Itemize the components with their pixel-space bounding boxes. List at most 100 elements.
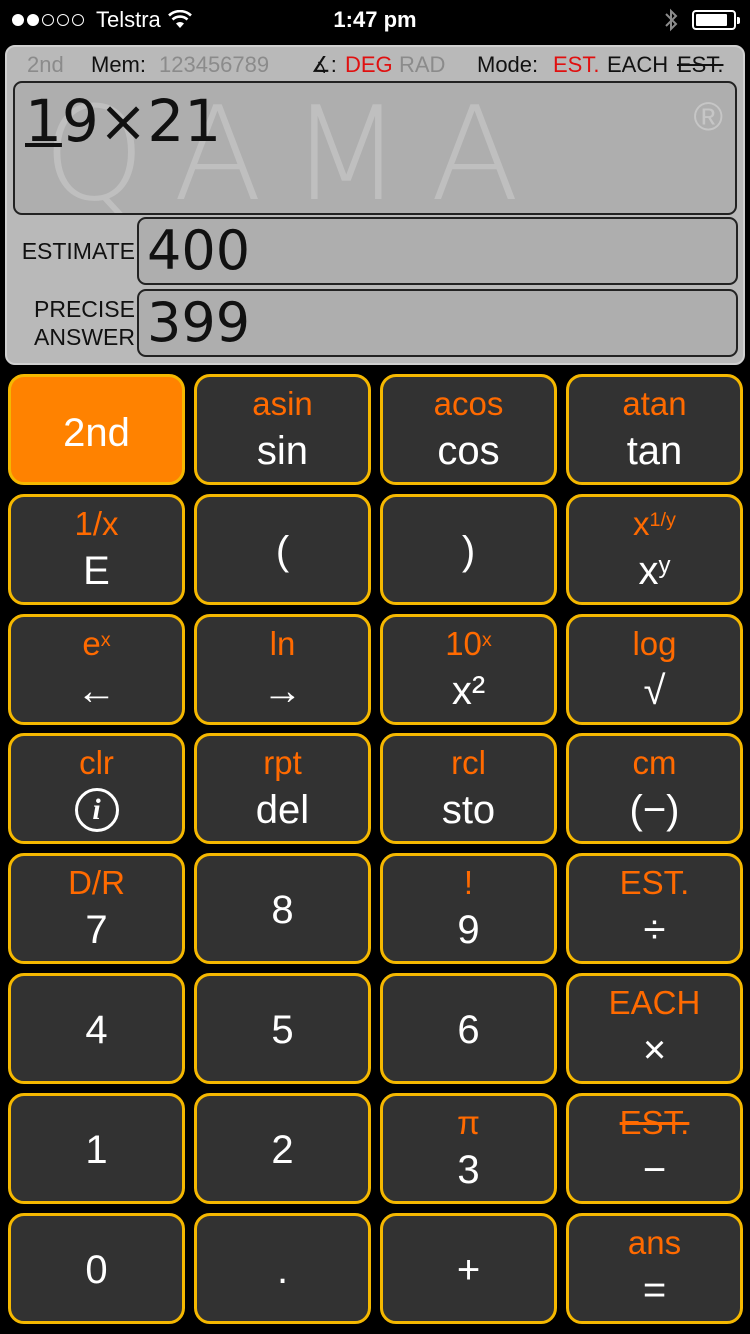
info-key[interactable]: clr i	[8, 733, 185, 844]
sqrt-icon: √	[643, 669, 666, 713]
key-label: +	[456, 1248, 481, 1292]
key-primary-label: del	[255, 788, 310, 832]
key-label: 2nd	[63, 411, 130, 455]
estimate-field[interactable]: 400	[137, 217, 738, 285]
key-label: 0	[85, 1248, 108, 1292]
one-key[interactable]: 1	[8, 1093, 185, 1204]
precise-label: PRECISE ANSWER	[13, 295, 135, 351]
five-key[interactable]: 5	[194, 973, 371, 1084]
key-secondary-label: ans	[627, 1224, 682, 1261]
status-bar: Telstra 1:47 pm	[0, 0, 750, 40]
precise-answer-field[interactable]: 399	[137, 289, 738, 357]
six-key[interactable]: 6	[380, 973, 557, 1084]
key-secondary-label: ex	[11, 627, 182, 660]
negate-key[interactable]: cm (−)	[566, 733, 743, 844]
left-paren-key[interactable]: (	[194, 494, 371, 605]
status-right	[664, 8, 740, 32]
key-primary-label: 7	[85, 908, 108, 952]
key-primary-label: 3	[457, 1148, 480, 1192]
power-base: x	[638, 549, 659, 593]
cursor-left-key[interactable]: ex ←	[8, 614, 185, 725]
sqrt-key[interactable]: log √	[566, 614, 743, 725]
info-icon: i	[74, 788, 119, 832]
mode-label: Mode:	[477, 52, 539, 77]
mode-est[interactable]: EST.	[553, 52, 599, 78]
minus-key[interactable]: EST. −	[566, 1093, 743, 1204]
multiply-key[interactable]: EACH ×	[566, 973, 743, 1084]
decimal-point-key[interactable]: .	[194, 1213, 371, 1324]
key-label: 2	[271, 1128, 294, 1172]
precise-label-line1: PRECISE	[34, 296, 135, 322]
key-primary-label: x²	[451, 669, 486, 713]
plus-key[interactable]: +	[380, 1213, 557, 1324]
mode-est-struck[interactable]: EST.	[677, 52, 723, 78]
exp-base: e	[82, 625, 101, 662]
square-key[interactable]: 10x x²	[380, 614, 557, 725]
key-secondary-label: !	[463, 864, 474, 901]
key-secondary-label: D/R	[68, 864, 125, 901]
key-secondary-label: 1/x	[74, 505, 119, 542]
angle-label: ∡:	[311, 52, 337, 77]
key-primary-label: i	[11, 786, 182, 832]
four-key[interactable]: 4	[8, 973, 185, 1084]
mode-each[interactable]: EACH	[607, 52, 668, 78]
left-arrow-icon: ←	[76, 669, 117, 713]
key-label: .	[276, 1248, 289, 1292]
cursor-right-key[interactable]: ln →	[194, 614, 371, 725]
precise-answer-value: 399	[147, 291, 251, 354]
ten-exponent: x	[481, 629, 492, 652]
key-secondary-label: ln	[269, 625, 296, 662]
info-bar: 2nd Mem: 123456789 ∡: DEG RAD Mode: EST.…	[7, 49, 747, 79]
key-label: (	[275, 529, 290, 573]
right-paren-key[interactable]: )	[380, 494, 557, 605]
battery-level	[696, 14, 727, 26]
key-secondary-label: rcl	[451, 744, 486, 781]
key-label: 4	[85, 1008, 108, 1052]
expression-rest: 9×21	[61, 87, 222, 155]
estimate-value: 400	[147, 219, 251, 282]
key-secondary-label: rpt	[263, 744, 302, 781]
registered-mark: ®	[693, 95, 723, 139]
second-indicator: 2nd	[27, 52, 64, 77]
key-primary-label: −	[642, 1148, 667, 1192]
exponent-e-key[interactable]: 1/x E	[8, 494, 185, 605]
key-primary-label: (−)	[629, 788, 680, 832]
display-panel: 2nd Mem: 123456789 ∡: DEG RAD Mode: EST.…	[5, 45, 745, 365]
power-key[interactable]: x1/y xy	[566, 494, 743, 605]
key-primary-label: sto	[441, 788, 496, 832]
key-primary-label: ÷	[643, 908, 666, 952]
battery-icon	[692, 10, 740, 30]
equals-key[interactable]: ans =	[566, 1213, 743, 1324]
key-primary-label: E	[83, 549, 110, 593]
angle-rad[interactable]: RAD	[399, 52, 445, 78]
key-label: 5	[271, 1008, 294, 1052]
key-primary-label: tan	[626, 429, 683, 473]
two-key[interactable]: 2	[194, 1093, 371, 1204]
key-label: )	[461, 529, 476, 573]
key-primary-label: sin	[256, 429, 309, 473]
ten-base: 10	[445, 625, 482, 662]
root-exponent: 1/y	[649, 509, 676, 532]
key-secondary-label: x1/y	[569, 507, 740, 540]
divide-key[interactable]: EST. ÷	[566, 853, 743, 964]
expression-display[interactable]: QAMA ® 19×21	[13, 81, 737, 215]
angle-deg[interactable]: DEG	[345, 52, 393, 78]
sin-key[interactable]: asin sin	[194, 374, 371, 485]
key-primary-label: 9	[457, 908, 480, 952]
expression-text: 19×21	[25, 87, 221, 155]
store-key[interactable]: rcl sto	[380, 733, 557, 844]
second-function-key[interactable]: 2nd	[8, 374, 185, 485]
cos-key[interactable]: acos cos	[380, 374, 557, 485]
nine-key[interactable]: ! 9	[380, 853, 557, 964]
key-label: 1	[85, 1128, 108, 1172]
expression-cursor: 1	[25, 87, 62, 155]
key-secondary-label: asin	[252, 385, 313, 422]
key-primary-label: =	[642, 1268, 667, 1312]
three-key[interactable]: π 3	[380, 1093, 557, 1204]
eight-key[interactable]: 8	[194, 853, 371, 964]
delete-key[interactable]: rpt del	[194, 733, 371, 844]
zero-key[interactable]: 0	[8, 1213, 185, 1324]
tan-key[interactable]: atan tan	[566, 374, 743, 485]
seven-key[interactable]: D/R 7	[8, 853, 185, 964]
mem-label: Mem:	[91, 52, 146, 77]
